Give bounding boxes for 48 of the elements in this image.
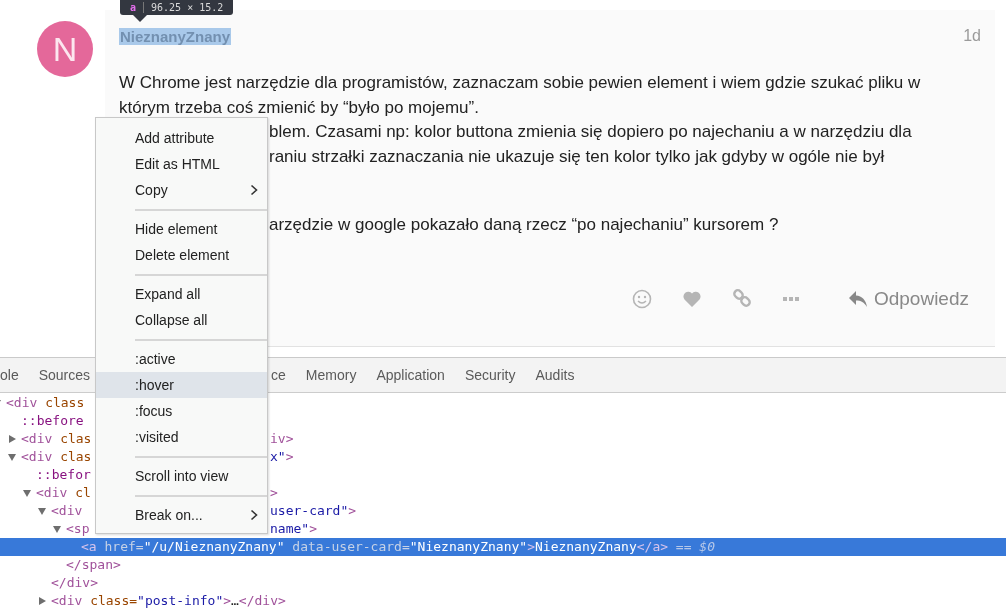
menu-item[interactable]: Expand all — [96, 281, 267, 307]
post-text: W Chrome jest narzędzie dla programistów, zaznaczam sobie pewien element i wiem gdzie szukać pliku w — [119, 72, 921, 94]
menu-item[interactable]: Delete element — [96, 242, 267, 268]
post-text: arzędzie w google pokazało daną rzecz “po najechaniu” kursorem ? — [269, 214, 779, 236]
expand-triangle-icon[interactable] — [37, 596, 47, 606]
code-line[interactable]: ::before — [7, 412, 84, 430]
menu-item[interactable]: Collapse all — [96, 307, 267, 333]
menu-item[interactable]: :visited — [96, 424, 267, 450]
code-line[interactable]: <div class="post-info">…</div> — [37, 592, 286, 608]
devtools-tab[interactable]: Security — [454, 358, 526, 392]
menu-item[interactable]: Scroll into view — [96, 463, 267, 489]
code-line-end: > — [270, 484, 278, 502]
menu-item[interactable]: :focus — [96, 398, 267, 424]
post-text: raniu strzałki zaznaczania nie ukazuje się ten kolor tylko jak gdyby w ogóle nie był — [269, 145, 885, 168]
code-line[interactable]: <div class — [0, 394, 85, 412]
code-line[interactable]: <div cl — [22, 484, 91, 502]
code-line[interactable]: <sp — [52, 520, 90, 538]
code-line[interactable]: <div — [37, 502, 83, 520]
menu-item[interactable]: Edit as HTML — [96, 151, 267, 177]
code-line-end: user-card"> — [270, 502, 357, 520]
code-line-end: iv> — [270, 430, 294, 448]
element-size: 96.25 × 15.2 — [151, 2, 224, 13]
chevron-right-icon — [250, 184, 258, 196]
code-line[interactable]: </div> — [37, 574, 98, 592]
code-line[interactable]: </span> — [52, 556, 121, 574]
reply-arrow-icon — [847, 290, 868, 308]
code-line[interactable]: <div clas — [7, 448, 92, 466]
devtools-tab[interactable]: Application — [366, 358, 455, 392]
code-line-end: x"> — [270, 448, 294, 466]
menu-item[interactable]: :hover — [96, 372, 267, 398]
chevron-right-icon — [250, 509, 258, 521]
reply-button[interactable]: Odpowiedz — [847, 288, 969, 310]
collapse-triangle-icon[interactable] — [7, 452, 17, 462]
post-text: blem. Czasami np: kolor buttona zmienia się dopiero po najechaniu a w narzędziu dla — [269, 121, 912, 143]
post-text: którym trzeba coś zmienić by “było po mojemu”. — [119, 96, 479, 119]
menu-item[interactable]: Hide element — [96, 216, 267, 242]
menu-item[interactable]: Copy — [96, 177, 267, 203]
devtools-tab[interactable]: ole — [0, 358, 29, 392]
code-line-end: name"> — [270, 520, 317, 538]
menu-item[interactable]: Break on... — [96, 502, 267, 528]
devtools-tab[interactable]: Memory — [295, 358, 367, 392]
menu-item[interactable]: Add attribute — [96, 125, 267, 151]
expand-triangle-icon[interactable] — [7, 434, 17, 444]
devtools-tab[interactable]: Audits — [525, 358, 585, 392]
code-line[interactable]: <div clas — [7, 430, 92, 448]
code-line[interactable]: ::befor — [22, 466, 91, 484]
tag-name: a — [130, 2, 137, 13]
post-age: 1d — [963, 27, 981, 45]
